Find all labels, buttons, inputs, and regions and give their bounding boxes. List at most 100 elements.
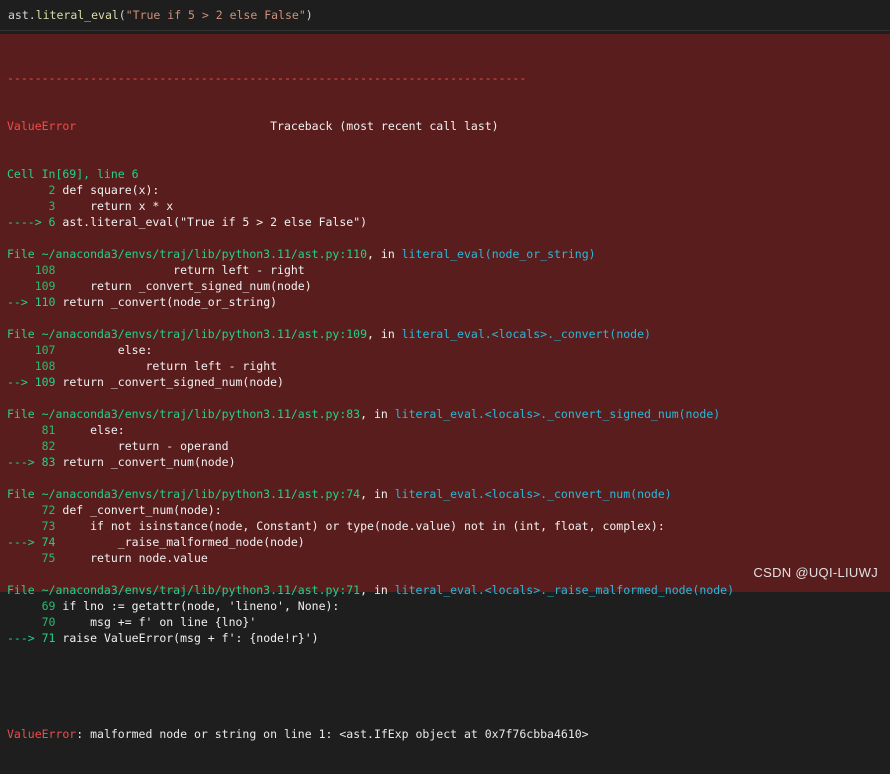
line-arrow: ---> — [7, 631, 42, 645]
line-code: def square(x): — [55, 183, 160, 197]
line-arrow — [7, 615, 42, 629]
line-code: return _convert_num(node) — [55, 455, 236, 469]
code-line[interactable]: ast.literal_eval("True if 5 > 2 else Fal… — [8, 8, 313, 22]
line-arrow — [7, 519, 42, 533]
frame-function: literal_eval.<locals>._convert — [401, 327, 610, 341]
line-code: return node.value — [55, 551, 208, 565]
frame-args: (node_or_string) — [484, 247, 596, 261]
line-arrow — [7, 439, 42, 453]
error-name: ValueError — [7, 119, 77, 133]
code-paren-open: ( — [118, 8, 126, 22]
code-cell-input[interactable]: ast.literal_eval("True if 5 > 2 else Fal… — [0, 0, 890, 31]
line-arrow — [7, 359, 35, 373]
source-line: ---> 83 return _convert_num(node) — [7, 454, 884, 470]
traceback-header: ValueError Traceback (most recent call l… — [7, 118, 884, 134]
frame-file-path: ~/anaconda3/envs/traj/lib/python3.11/ast… — [41, 247, 368, 261]
line-arrow — [7, 343, 35, 357]
final-error-name: ValueError — [7, 727, 77, 741]
line-arrow: ---> — [7, 535, 42, 549]
frame-in-word: , in — [360, 487, 395, 501]
final-error: ValueError: malformed node or string on … — [7, 726, 884, 742]
frame-file-path: ~/anaconda3/envs/traj/lib/python3.11/ast… — [41, 487, 361, 501]
line-number: 72 — [41, 503, 56, 517]
source-line: 109 return _convert_signed_num(node) — [7, 278, 884, 294]
line-arrow — [7, 551, 42, 565]
frame-function: literal_eval.<locals>._convert_signed_nu… — [394, 407, 679, 421]
source-line: 81 else: — [7, 422, 884, 438]
line-arrow — [7, 503, 42, 517]
source-line: 2 def square(x): — [7, 182, 884, 198]
frame-args: (node) — [630, 487, 672, 501]
frame-location: File ~/anaconda3/envs/traj/lib/python3.1… — [7, 582, 884, 598]
frame-file-path: ~/anaconda3/envs/traj/lib/python3.11/ast… — [41, 583, 361, 597]
line-code: return _convert_signed_num(node) — [55, 279, 312, 293]
frame-location: File ~/anaconda3/envs/traj/lib/python3.1… — [7, 406, 884, 422]
source-line: --> 109 return _convert_signed_num(node) — [7, 374, 884, 390]
frame-file-label: File — [7, 407, 42, 421]
line-number: 108 — [34, 263, 56, 277]
source-line: 70 msg += f' on line {lno}' — [7, 614, 884, 630]
line-number: 75 — [41, 551, 56, 565]
line-number: 107 — [34, 343, 56, 357]
source-line: 73 if not isinstance(node, Constant) or … — [7, 518, 884, 534]
line-arrow: --> — [7, 375, 35, 389]
traceback-separator: ----------------------------------------… — [7, 71, 527, 85]
frame-file-label: File — [7, 327, 42, 341]
frame-location: File ~/anaconda3/envs/traj/lib/python3.1… — [7, 246, 884, 262]
line-code: _raise_malformed_node(node) — [55, 535, 305, 549]
line-arrow — [7, 423, 42, 437]
line-number: 83 — [41, 455, 56, 469]
line-number: 81 — [41, 423, 56, 437]
line-code: return - operand — [55, 439, 229, 453]
frame-location: Cell In[69], line 6 — [7, 166, 884, 182]
frame-location: File ~/anaconda3/envs/traj/lib/python3.1… — [7, 486, 884, 502]
frame-in-word: , in — [360, 407, 395, 421]
code-module: ast. — [8, 8, 36, 22]
line-code: return x * x — [55, 199, 174, 213]
frame-in-word: , in — [367, 327, 402, 341]
final-error-message: : malformed node or string on line 1: <a… — [76, 727, 589, 741]
source-line: ---> 71 raise ValueError(msg + f': {node… — [7, 630, 884, 646]
line-arrow: --> — [7, 295, 35, 309]
line-number: 82 — [41, 439, 56, 453]
line-code: if not isinstance(node, Constant) or typ… — [55, 519, 665, 533]
code-function: literal_eval — [35, 8, 119, 22]
frame-args: (node) — [678, 407, 721, 421]
source-line: 82 return - operand — [7, 438, 884, 454]
line-number: 73 — [41, 519, 56, 533]
traceback: ----------------------------------------… — [7, 38, 884, 774]
source-line: ----> 6 ast.literal_eval("True if 5 > 2 … — [7, 214, 884, 230]
line-arrow — [7, 263, 35, 277]
source-line: 108 return left - right — [7, 262, 884, 278]
frame-args: (node) — [692, 583, 735, 597]
code-string-arg: "True if 5 > 2 else False" — [125, 8, 306, 22]
source-line: 108 return left - right — [7, 358, 884, 374]
line-code: else: — [55, 423, 125, 437]
line-code: return left - right — [55, 263, 305, 277]
frame-file-label: File — [7, 583, 42, 597]
line-code: if lno := getattr(node, 'lineno', None): — [55, 599, 340, 613]
line-number: 109 — [34, 279, 56, 293]
frame-file-label: File — [7, 487, 42, 501]
frame-function: literal_eval.<locals>._raise_malformed_n… — [394, 583, 693, 597]
frame-in-word: , in — [360, 583, 395, 597]
line-number: 108 — [34, 359, 56, 373]
frame-file-label: File — [7, 247, 42, 261]
line-code: msg += f' on line {lno}' — [55, 615, 257, 629]
traceback-title: Traceback (most recent call last) — [270, 119, 499, 133]
line-number: 70 — [41, 615, 56, 629]
line-arrow — [7, 183, 49, 197]
line-arrow — [7, 599, 42, 613]
source-line: 3 return x * x — [7, 198, 884, 214]
frame-function: literal_eval.<locals>._convert_num — [394, 487, 631, 501]
line-code: return left - right — [55, 359, 278, 373]
line-number: 110 — [34, 295, 56, 309]
frame-function: literal_eval — [401, 247, 485, 261]
watermark: CSDN @UQI-LIUWJ — [753, 565, 878, 580]
line-number: 71 — [41, 631, 56, 645]
line-arrow: ----> — [7, 215, 49, 229]
line-arrow — [7, 279, 35, 293]
frame-location: File ~/anaconda3/envs/traj/lib/python3.1… — [7, 326, 884, 342]
